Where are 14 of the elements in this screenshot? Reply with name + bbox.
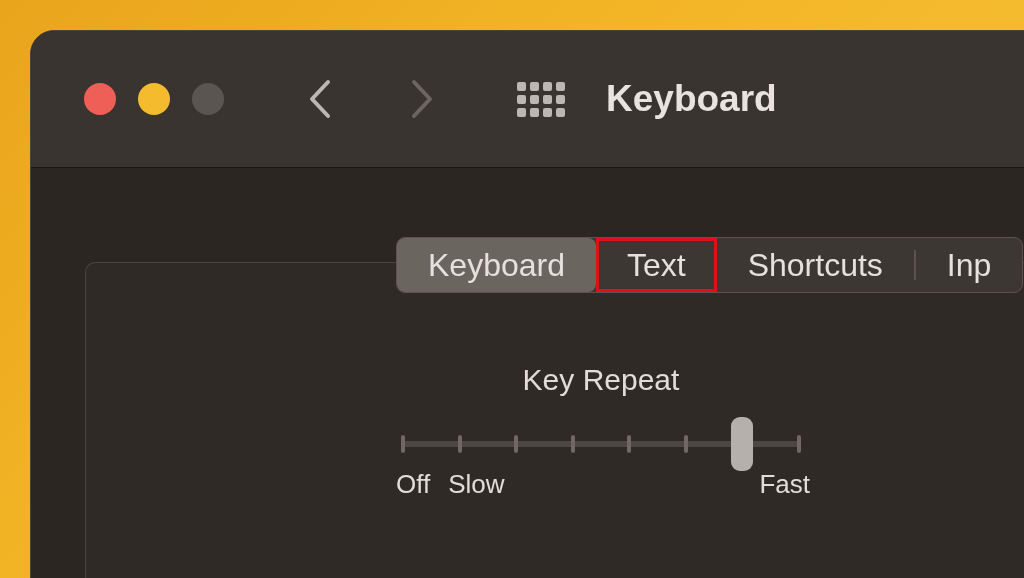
back-chevron-icon[interactable]	[308, 79, 332, 119]
close-button[interactable]	[84, 83, 116, 115]
window-title: Keyboard	[606, 78, 777, 120]
tab[interactable]: Text	[596, 238, 717, 292]
slider-thumb[interactable]	[731, 417, 754, 471]
grid-icon[interactable]	[516, 81, 566, 117]
slider-label: Slow	[448, 469, 505, 500]
tab[interactable]: Shortcuts	[716, 238, 914, 292]
slider-label: Off	[396, 469, 431, 500]
tab[interactable]: Keyboard	[397, 238, 596, 292]
section-title: Key Repeat	[522, 363, 680, 397]
tab[interactable]: Inp	[915, 238, 1023, 292]
slider-label: Fast	[759, 469, 810, 500]
minimize-button[interactable]	[138, 83, 170, 115]
